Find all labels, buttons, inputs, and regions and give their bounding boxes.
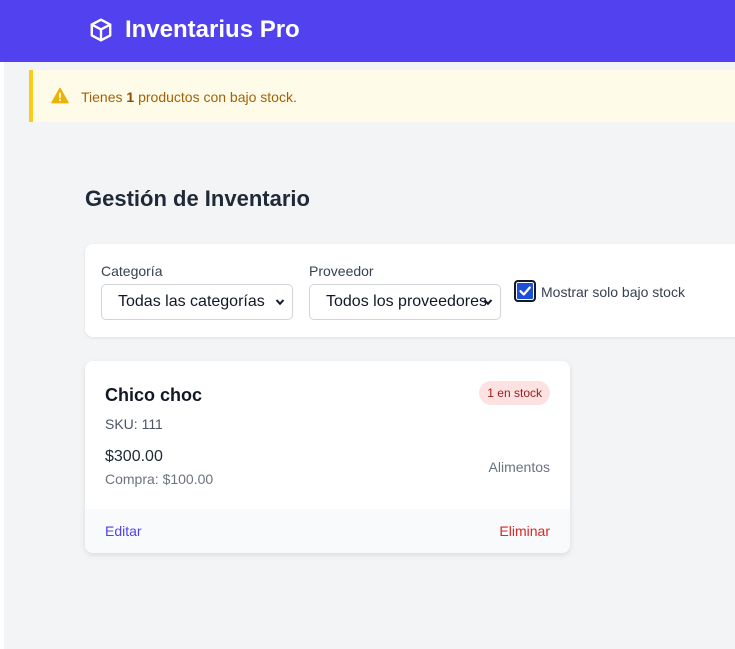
app-header: Inventarius Pro xyxy=(0,0,735,62)
alert-suffix: productos con bajo stock. xyxy=(138,89,297,105)
low-stock-checkbox[interactable] xyxy=(514,280,536,302)
checkmark-icon xyxy=(519,286,531,296)
warning-icon xyxy=(51,87,69,104)
low-stock-alert: Tienes 1 productos con bajo stock. xyxy=(29,70,735,122)
product-price: $300.00 xyxy=(105,448,163,465)
low-stock-count: 1 xyxy=(126,89,135,105)
supplier-filter-label: Proveedor xyxy=(309,263,374,279)
filters-panel: Categoría Todas las categorías Proveedor… xyxy=(85,244,735,337)
category-select-value: Todas las categorías xyxy=(118,293,265,310)
product-card: Chico choc 1 en stock SKU: 111 $300.00 C… xyxy=(85,361,570,553)
product-card-footer: Editar Eliminar xyxy=(85,509,570,553)
chevron-down-icon xyxy=(275,299,285,306)
cube-icon xyxy=(90,18,112,42)
alert-prefix: Tienes xyxy=(81,89,123,105)
product-purchase-price: Compra: $100.00 xyxy=(105,471,214,487)
main-content: Tienes 1 productos con bajo stock. Gesti… xyxy=(4,62,735,649)
low-stock-checkbox-label[interactable]: Mostrar solo bajo stock xyxy=(541,284,685,300)
chevron-down-icon xyxy=(483,299,493,306)
supplier-select[interactable]: Todos los proveedores xyxy=(309,284,501,320)
product-category: Alimentos xyxy=(488,459,550,475)
supplier-select-value: Todos los proveedores xyxy=(326,293,487,310)
category-filter-label: Categoría xyxy=(101,263,163,279)
edit-button[interactable]: Editar xyxy=(105,523,142,539)
page-title: Gestión de Inventario xyxy=(85,186,310,211)
app-title: Inventarius Pro xyxy=(125,16,300,43)
delete-button[interactable]: Eliminar xyxy=(499,523,550,539)
alert-message: Tienes 1 productos con bajo stock. xyxy=(81,88,297,106)
product-sku: SKU: 111 xyxy=(105,416,163,432)
product-name: Chico choc xyxy=(105,385,203,405)
category-select[interactable]: Todas las categorías xyxy=(101,284,293,320)
stock-badge: 1 en stock xyxy=(479,381,550,405)
